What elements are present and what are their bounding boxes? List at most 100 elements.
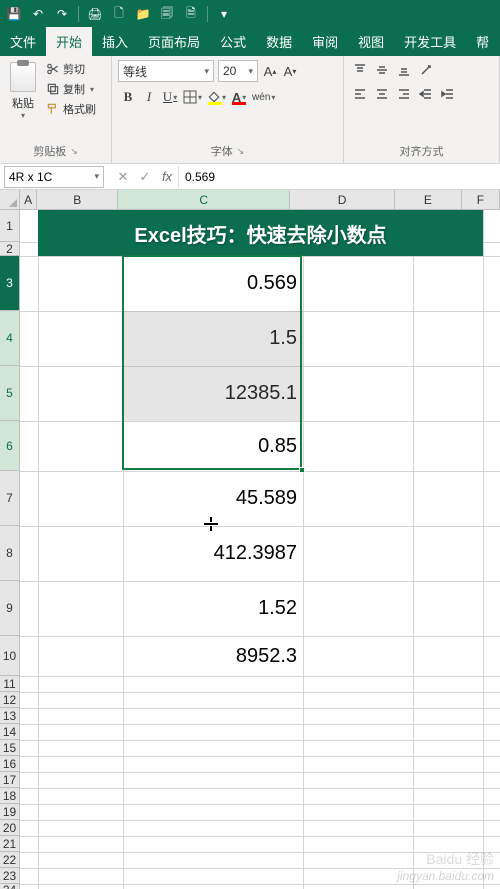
cancel-formula-button[interactable]: ✕ <box>112 166 134 188</box>
font-color-button[interactable]: A ▾ <box>229 86 249 108</box>
save-icon[interactable]: 💾 <box>6 6 22 22</box>
tab-file[interactable]: 文件 <box>0 27 46 56</box>
row-header-6[interactable]: 6 <box>0 421 19 471</box>
row-header-5[interactable]: 5 <box>0 366 19 421</box>
col-header-D[interactable]: D <box>290 190 395 209</box>
tab-view[interactable]: 视图 <box>348 27 394 56</box>
row-header-11[interactable]: 11 <box>0 676 19 692</box>
row-header-2[interactable]: 2 <box>0 242 19 256</box>
column-headers[interactable]: ABCDEF <box>20 190 500 210</box>
phonetic-button[interactable]: wén▾ <box>250 86 277 108</box>
row-header-21[interactable]: 21 <box>0 836 19 852</box>
name-box[interactable]: 4R x 1C▾ <box>4 166 104 188</box>
launcher-icon[interactable]: ↘ <box>237 146 245 157</box>
italic-button[interactable]: I <box>139 86 159 108</box>
row-header-15[interactable]: 15 <box>0 740 19 756</box>
increase-indent-button[interactable] <box>438 84 458 104</box>
banner-title: Excel技巧：快速去除小数点 <box>38 210 483 256</box>
row-header-3[interactable]: 3 <box>0 256 19 311</box>
watermark-url: jingyan.baidu.com <box>397 869 494 883</box>
row-header-7[interactable]: 7 <box>0 471 19 526</box>
fill-handle[interactable] <box>299 467 305 473</box>
row-header-10[interactable]: 10 <box>0 636 19 676</box>
row-header-13[interactable]: 13 <box>0 708 19 724</box>
selection-outline <box>122 255 302 470</box>
tab-review[interactable]: 审阅 <box>302 27 348 56</box>
align-middle-button[interactable] <box>372 60 392 80</box>
row-header-9[interactable]: 9 <box>0 581 19 636</box>
row-header-12[interactable]: 12 <box>0 692 19 708</box>
launcher-icon[interactable]: ↘ <box>70 146 78 157</box>
row-header-20[interactable]: 20 <box>0 820 19 836</box>
print-icon[interactable]: 🖨 <box>87 6 103 22</box>
row-header-1[interactable]: 1 <box>0 210 19 242</box>
col-header-A[interactable]: A <box>20 190 37 209</box>
format-painter-button[interactable]: 格式刷 <box>44 100 98 118</box>
formula-bar-row: 4R x 1C▾ ✕ ✓ fx 0.569 <box>0 164 500 190</box>
qat-more-icon[interactable]: ▾ <box>216 6 232 22</box>
cell-C10[interactable]: 8952.3 <box>123 636 303 676</box>
col-header-B[interactable]: B <box>37 190 118 209</box>
spreadsheet[interactable]: ABCDEF 123456789101112131415161718192021… <box>0 190 500 889</box>
align-left-button[interactable] <box>350 84 370 104</box>
cells-area[interactable]: Excel技巧：快速去除小数点0.5691.512385.10.8545.589… <box>20 210 500 889</box>
tab-insert[interactable]: 插入 <box>92 27 138 56</box>
row-header-4[interactable]: 4 <box>0 311 19 366</box>
border-icon <box>183 90 197 104</box>
col-header-C[interactable]: C <box>118 190 290 209</box>
cut-button[interactable]: 剪切 <box>44 60 98 78</box>
row-header-22[interactable]: 22 <box>0 852 19 868</box>
files-icon[interactable]: 🗐 <box>159 6 175 22</box>
redo-icon[interactable]: ↷ <box>54 6 70 22</box>
borders-button[interactable]: ▾ <box>181 86 204 108</box>
decrease-font-button[interactable]: A▾ <box>282 60 298 82</box>
open-file-icon[interactable]: 📁 <box>135 6 151 22</box>
orientation-button[interactable] <box>416 60 436 80</box>
tab-help[interactable]: 帮 <box>466 27 499 56</box>
tab-home[interactable]: 开始 <box>46 27 92 56</box>
formula-input[interactable]: 0.569 <box>178 166 500 188</box>
insert-function-button[interactable]: fx <box>156 166 178 188</box>
font-size-select[interactable]: 20▾ <box>218 60 258 82</box>
tab-formulas[interactable]: 公式 <box>210 27 256 56</box>
tab-page-layout[interactable]: 页面布局 <box>138 27 210 56</box>
font-name-select[interactable]: 等线▾ <box>118 60 214 82</box>
row-header-16[interactable]: 16 <box>0 756 19 772</box>
fill-color-button[interactable]: ▾ <box>205 86 228 108</box>
underline-button[interactable]: U▾ <box>160 86 180 108</box>
brush-icon <box>46 102 60 116</box>
separator <box>78 6 79 22</box>
align-right-button[interactable] <box>394 84 414 104</box>
align-bottom-button[interactable] <box>394 60 414 80</box>
undo-icon[interactable]: ↶ <box>30 6 46 22</box>
col-header-F[interactable]: F <box>462 190 500 209</box>
increase-font-button[interactable]: A▴ <box>262 60 278 82</box>
row-header-17[interactable]: 17 <box>0 772 19 788</box>
enter-formula-button[interactable]: ✓ <box>134 166 156 188</box>
row-header-14[interactable]: 14 <box>0 724 19 740</box>
align-top-button[interactable] <box>350 60 370 80</box>
row-headers[interactable]: 123456789101112131415161718192021222324 <box>0 210 20 889</box>
align-center-button[interactable] <box>372 84 392 104</box>
cell-C9[interactable]: 1.52 <box>123 581 303 636</box>
tab-developer[interactable]: 开发工具 <box>394 27 466 56</box>
decrease-indent-button[interactable] <box>416 84 436 104</box>
bold-button[interactable]: B <box>118 86 138 108</box>
preview-icon[interactable]: 🗎 <box>183 6 199 22</box>
cell-C7[interactable]: 45.589 <box>123 471 303 526</box>
paste-button[interactable]: 粘贴 ▾ <box>6 60 40 120</box>
ribbon: 粘贴 ▾ 剪切 复制▾ 格式刷 剪贴板↘ <box>0 56 500 164</box>
row-header-8[interactable]: 8 <box>0 526 19 581</box>
select-all-corner[interactable] <box>0 190 20 210</box>
group-label-clipboard: 剪贴板↘ <box>6 141 105 161</box>
tab-data[interactable]: 数据 <box>256 27 302 56</box>
row-header-18[interactable]: 18 <box>0 788 19 804</box>
separator <box>207 6 208 22</box>
copy-button[interactable]: 复制▾ <box>44 80 98 98</box>
new-file-icon[interactable]: 🗋 <box>111 6 127 22</box>
cell-C8[interactable]: 412.3987 <box>123 526 303 581</box>
watermark-logo: Baidu 经验 <box>426 849 494 869</box>
row-header-24[interactable]: 24 <box>0 884 19 889</box>
col-header-E[interactable]: E <box>395 190 462 209</box>
row-header-19[interactable]: 19 <box>0 804 19 820</box>
